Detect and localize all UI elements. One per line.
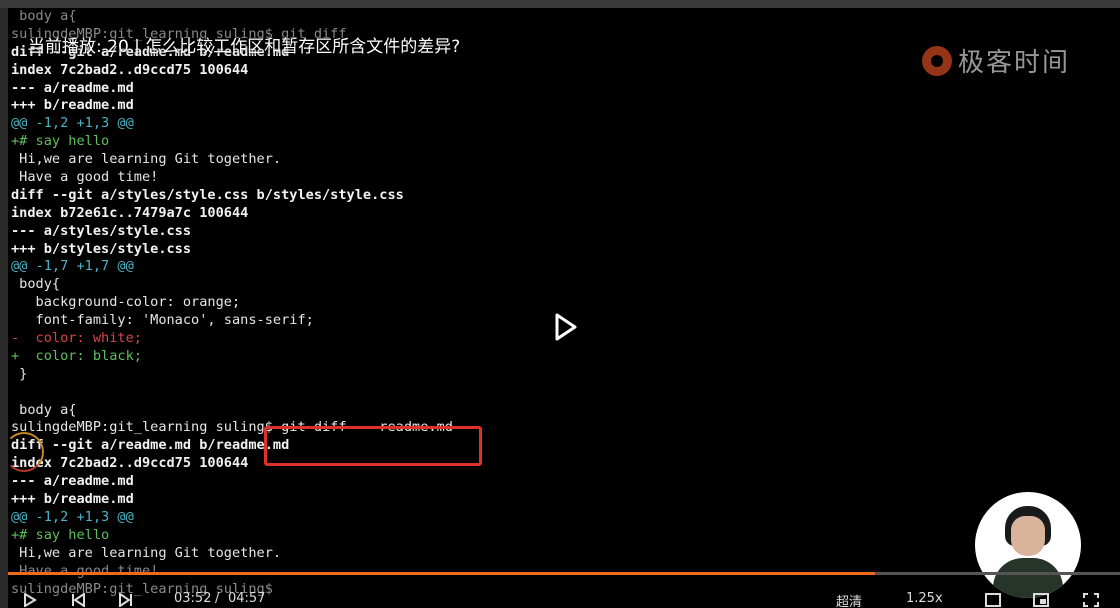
progress-fill: [8, 572, 876, 575]
web-fullscreen-icon[interactable]: [1033, 593, 1049, 607]
brand-watermark: 极客时间: [922, 42, 1070, 79]
command-highlight-box: [264, 426, 482, 466]
terminal-line: background-color: orange;: [11, 294, 241, 311]
previous-icon[interactable]: [70, 593, 86, 607]
current-time: 03:52: [174, 591, 212, 606]
frame-edge: [0, 8, 8, 608]
terminal-line: @@ -1,2 +1,3 @@: [11, 115, 134, 132]
play-icon[interactable]: [548, 310, 582, 344]
terminal-line: index 7c2bad2..d9ccd75 100644: [11, 455, 249, 472]
terminal-line: --- a/readme.md: [11, 473, 134, 490]
terminal-line: - color: white;: [11, 330, 142, 347]
terminal-line: }: [11, 365, 28, 382]
terminal-line: +++ b/readme.md: [11, 491, 134, 508]
terminal-line: @@ -1,7 +1,7 @@: [11, 258, 134, 275]
terminal-line: --- a/readme.md: [11, 79, 134, 96]
terminal-line: Have a good time!: [11, 169, 159, 186]
time-separator: /: [215, 591, 220, 606]
brand-name: 极客时间: [958, 48, 1071, 78]
progress-bar[interactable]: [8, 572, 1120, 575]
terminal-line: Hi,we are learning Git together.: [11, 151, 282, 168]
duration: 04:57: [228, 591, 266, 606]
picture-in-picture-icon[interactable]: [985, 593, 1001, 607]
terminal-line: diff --git a/styles/style.css b/styles/s…: [11, 186, 404, 203]
quality-selector[interactable]: 超清: [836, 591, 862, 608]
fullscreen-icon[interactable]: [1083, 593, 1099, 607]
terminal-line: diff --git a/readme.md b/readme.md: [11, 437, 290, 454]
terminal-line: body a{: [11, 8, 77, 24]
terminal-line: index 7c2bad2..d9ccd75 100644: [11, 61, 249, 78]
presenter-avatar: [975, 492, 1081, 598]
terminal-output: body a{sulingdeMBP:git_learning suling$ …: [11, 8, 1011, 598]
terminal-line: +# say hello: [11, 526, 110, 543]
speed-selector[interactable]: 1.25x: [906, 591, 943, 606]
control-bar: 03:52 / 04:57 超清 1.25x: [0, 587, 1120, 608]
next-icon[interactable]: [118, 593, 134, 607]
terminal-line: font-family: 'Monaco', sans-serif;: [11, 312, 314, 329]
terminal-line: +++ b/readme.md: [11, 97, 134, 114]
terminal-line: body{: [11, 276, 61, 293]
video-title: 当前播放: 20 | 怎么比较工作区和暂存区所含文件的差异?: [28, 37, 461, 57]
cursor-indicator: [4, 432, 44, 472]
terminal-line: +# say hello: [11, 133, 110, 150]
geektime-logo-icon: [922, 45, 952, 76]
terminal-line: + color: black;: [11, 347, 142, 364]
terminal-line: Hi,we are learning Git together.: [11, 544, 282, 561]
presenter-face: [1011, 516, 1045, 556]
terminal-line: index b72e61c..7479a7c 100644: [11, 204, 249, 221]
video-player[interactable]: body a{sulingdeMBP:git_learning suling$ …: [0, 8, 1120, 608]
terminal-line: sulingdeMBP:git_learning suling$ git dif…: [11, 419, 453, 436]
terminal-line: --- a/styles/style.css: [11, 222, 192, 239]
terminal-line: body a{: [11, 401, 77, 418]
terminal-line: @@ -1,2 +1,3 @@: [11, 508, 134, 525]
terminal-line: +++ b/styles/style.css: [11, 240, 192, 257]
play-button-icon[interactable]: [22, 593, 38, 607]
